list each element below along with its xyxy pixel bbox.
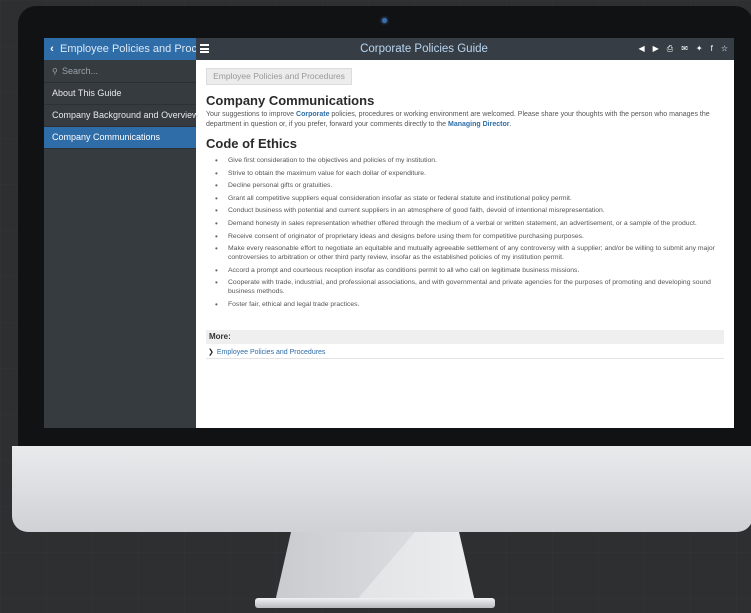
intro-paragraph: Your suggestions to improve Corporate po… xyxy=(206,111,710,128)
main-content: Employee Policies and Procedures Company… xyxy=(204,60,726,428)
print-icon[interactable]: ⎙ xyxy=(667,38,673,60)
list-item: Receive consent of originator of proprie… xyxy=(206,232,722,241)
chevron-right-icon: ❯ xyxy=(208,349,214,356)
screen: ‹ Employee Policies and Proced... Corpora… xyxy=(44,38,734,428)
monitor-base xyxy=(255,598,495,608)
search-placeholder: Search... xyxy=(62,66,99,76)
list-item: Grant all competitive suppliers equal co… xyxy=(206,194,722,203)
more-link-employee-policies[interactable]: ❯ Employee Policies and Procedures xyxy=(208,348,325,356)
sidebar-item-about[interactable]: About This Guide xyxy=(44,83,196,105)
list-item: Decline personal gifts or gratuities. xyxy=(206,181,722,190)
breadcrumb-button[interactable]: Employee Policies and Procedures xyxy=(206,68,352,85)
top-bar: ‹ Employee Policies and Proced... Corpora… xyxy=(44,38,734,60)
sidebar-item-communications[interactable]: Company Communications xyxy=(44,127,196,149)
list-item: Give first consideration to the objectiv… xyxy=(206,156,722,165)
list-item: Conduct business with potential and curr… xyxy=(206,206,722,215)
divider xyxy=(206,358,724,359)
page-title: Company Communications xyxy=(206,93,375,108)
list-item: Foster fair, ethical and legal trade pra… xyxy=(206,300,722,309)
corporate-link[interactable]: Corporate xyxy=(296,111,329,118)
monitor-chin xyxy=(12,446,751,532)
sidebar-item-background[interactable]: Company Background and Overview xyxy=(44,105,199,127)
managing-director-link[interactable]: Managing Director xyxy=(448,121,509,128)
chevron-left-icon: ‹ xyxy=(50,43,54,55)
star-icon[interactable]: ☆ xyxy=(721,38,728,60)
toolbar-icons: ◀ ▶ ⎙ ✉ ✦ f ☆ xyxy=(638,38,728,60)
back-circle-icon[interactable]: ◀ xyxy=(638,38,644,60)
forward-circle-icon[interactable]: ▶ xyxy=(653,38,659,60)
section-title: Employee Policies and Proced... xyxy=(60,43,196,55)
menu-icon[interactable] xyxy=(200,44,209,53)
back-to-section-button[interactable]: ‹ Employee Policies and Proced... xyxy=(44,38,196,60)
sidebar: ⚲ Search... About This Guide Company Back… xyxy=(44,60,199,428)
ethics-heading: Code of Ethics xyxy=(206,136,298,151)
twitter-icon[interactable]: ✦ xyxy=(696,38,703,60)
list-item: Strive to obtain the maximum value for e… xyxy=(206,169,722,178)
monitor-stand xyxy=(275,532,475,602)
app-title: Corporate Policies Guide xyxy=(360,43,488,55)
facebook-icon[interactable]: f xyxy=(711,38,713,60)
more-section-header: More: xyxy=(206,330,724,344)
search-icon: ⚲ xyxy=(52,67,58,76)
search-input[interactable]: ⚲ Search... xyxy=(44,60,196,83)
camera-icon xyxy=(382,18,387,23)
list-item: Demand honesty in sales representation w… xyxy=(206,219,722,228)
list-item: Make every reasonable effort to negotiat… xyxy=(206,244,722,262)
ethics-list: Give first consideration to the objectiv… xyxy=(206,156,722,313)
email-icon[interactable]: ✉ xyxy=(681,38,688,60)
list-item: Cooperate with trade, industrial, and pr… xyxy=(206,278,722,296)
list-item: Accord a prompt and courteous reception … xyxy=(206,266,722,275)
